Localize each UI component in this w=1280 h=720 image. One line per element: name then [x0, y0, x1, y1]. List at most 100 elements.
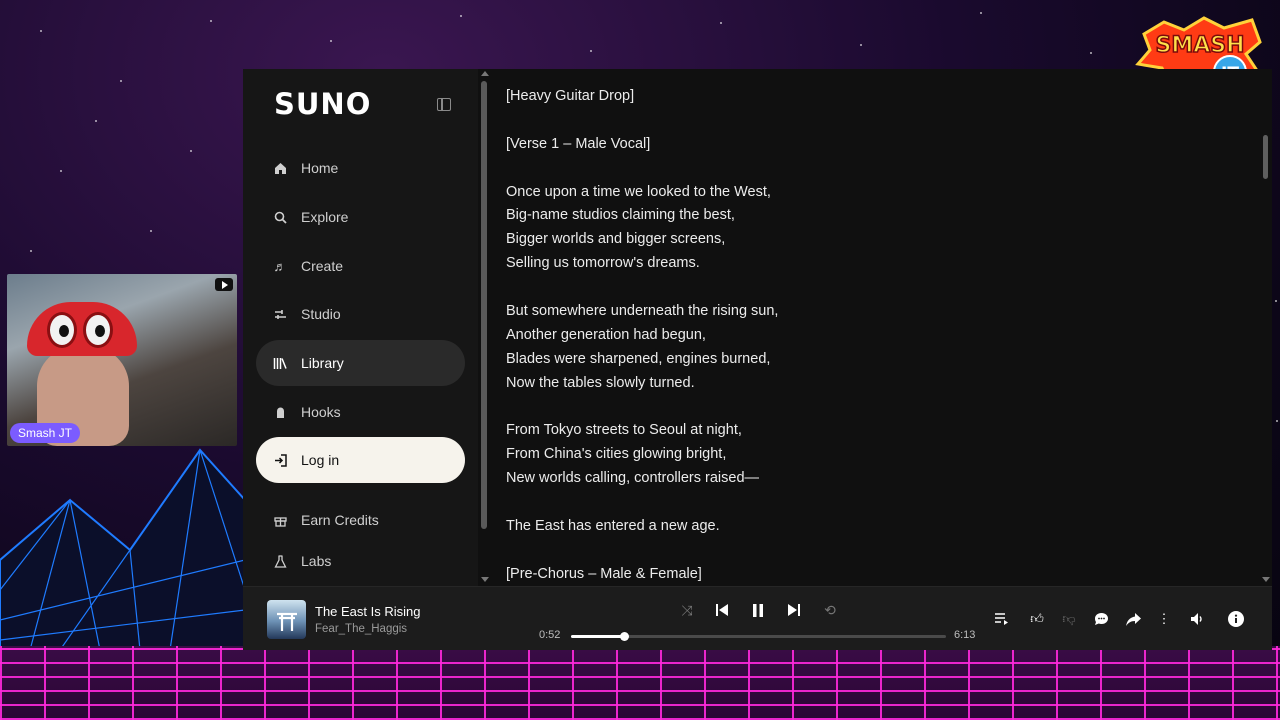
- torii-gate-icon: [277, 612, 297, 631]
- like-button[interactable]: 👍︎: [1027, 609, 1047, 629]
- scrollbar-thumb[interactable]: [1263, 135, 1268, 179]
- sidebar-collapse-icon[interactable]: [437, 98, 451, 111]
- repeat-button[interactable]: ⟲: [819, 599, 841, 621]
- sidebar-item-hooks[interactable]: Hooks: [256, 389, 465, 435]
- sidebar-item-label: Home: [301, 160, 339, 176]
- lyric-blank-line: [506, 276, 1226, 300]
- lyric-line: The East has entered a new age.: [506, 518, 720, 535]
- retro-grid-floor: [0, 646, 1280, 720]
- lyric-line: [Verse 1 – Male Vocal]: [506, 135, 651, 152]
- queue-icon: [995, 613, 1008, 625]
- player-bar: The East Is Rising Fear_The_Haggis ⤨ ⟲ 0…: [243, 586, 1272, 650]
- next-button[interactable]: [783, 599, 805, 621]
- pause-icon: [753, 603, 763, 617]
- comment-button[interactable]: [1091, 609, 1111, 629]
- dislike-button[interactable]: 👎︎: [1059, 609, 1079, 629]
- login-button[interactable]: Log in: [256, 437, 465, 483]
- thumbs-down-icon: 👎︎: [1062, 611, 1076, 626]
- suno-logo[interactable]: SUNO: [274, 87, 371, 121]
- sidebar-item-studio[interactable]: Studio: [256, 291, 465, 337]
- repeat-icon: ⟲: [824, 601, 836, 618]
- flask-icon: [273, 554, 287, 568]
- sidebar-item-explore[interactable]: Explore: [256, 194, 465, 240]
- duration-time: 6:13: [954, 629, 976, 641]
- youtube-icon: [215, 278, 233, 291]
- search-icon: [273, 210, 287, 224]
- lyric-blank-line: [506, 157, 1226, 181]
- queue-button[interactable]: [992, 609, 1012, 629]
- sidebar-item-home[interactable]: Home: [256, 145, 465, 191]
- suno-app-window: SUNO Home Explore ♬ Create Studio Librar…: [243, 69, 1272, 650]
- shuffle-icon: ⤨: [681, 601, 693, 618]
- track-artist[interactable]: Fear_The_Haggis: [315, 623, 407, 635]
- progress-slider[interactable]: [571, 632, 946, 641]
- lyric-blank-line: [506, 396, 1226, 420]
- music-note-icon: ♬: [273, 258, 287, 274]
- scroll-down-icon[interactable]: [1262, 577, 1270, 582]
- sidebar-scrollbar[interactable]: [479, 69, 489, 586]
- shuffle-button[interactable]: ⤨: [676, 599, 698, 621]
- lyric-line: [Heavy Guitar Drop]: [506, 88, 635, 104]
- lyric-blank-line: [506, 491, 1226, 515]
- sidebar-item-label: Library: [301, 355, 344, 371]
- sidebar: SUNO Home Explore ♬ Create Studio Librar…: [243, 69, 478, 586]
- lyric-blank-line: [506, 109, 1226, 133]
- scroll-up-icon[interactable]: [481, 71, 489, 76]
- home-icon: [273, 161, 287, 175]
- login-label: Log in: [301, 452, 340, 468]
- sidebar-item-label: Studio: [301, 306, 341, 322]
- sidebar-item-create[interactable]: ♬ Create: [256, 243, 465, 289]
- sidebar-item-label: Explore: [301, 209, 349, 225]
- track-title[interactable]: The East Is Rising: [315, 604, 421, 619]
- share-button[interactable]: [1123, 609, 1143, 629]
- previous-icon: [716, 604, 728, 616]
- more-icon: ⋮: [1157, 611, 1171, 626]
- progress-fill: [571, 635, 624, 638]
- sidebar-item-label: Labs: [301, 553, 332, 569]
- sidebar-item-labs[interactable]: Labs: [256, 538, 465, 584]
- sidebar-item-label: Create: [301, 258, 344, 274]
- lyric-line: From China's cities glowing bright,: [506, 446, 727, 463]
- progress-knob[interactable]: [619, 632, 629, 641]
- lyric-line: New worlds calling, controllers raised—: [506, 470, 760, 487]
- lyric-line: Another generation had begun,: [506, 326, 706, 343]
- main-scrollbar[interactable]: [1261, 69, 1271, 586]
- login-icon: [273, 453, 287, 467]
- elapsed-time: 0:52: [539, 629, 561, 641]
- more-options-button[interactable]: ⋮: [1154, 609, 1174, 629]
- webcam-name-badge: Smash JT: [10, 423, 81, 443]
- thumbs-up-icon: 👍︎: [1030, 611, 1044, 626]
- sidebar-item-earn-credits[interactable]: Earn Credits: [256, 497, 465, 543]
- lyric-line: Big-name studios claiming the best,: [506, 207, 735, 224]
- lyric-line: Once upon a time we looked to the West,: [506, 183, 771, 200]
- lyric-line: Selling us tomorrow's dreams.: [506, 255, 700, 272]
- gift-icon: [273, 513, 287, 527]
- retro-mountain-graphic: [0, 448, 245, 650]
- scroll-down-icon[interactable]: [481, 577, 489, 582]
- webcam-feed: [7, 274, 237, 446]
- sidebar-item-label: Earn Credits: [301, 512, 379, 528]
- next-icon: [788, 604, 800, 616]
- scrollbar-thumb[interactable]: [481, 81, 487, 529]
- lyric-blank-line: [506, 539, 1226, 563]
- lyric-line: [Pre-Chorus – Male & Female]: [506, 565, 702, 582]
- hooks-icon: [273, 405, 287, 419]
- sidebar-item-label: Hooks: [301, 404, 341, 420]
- cappy-hat: [27, 302, 137, 356]
- lyric-line: Bigger worlds and bigger screens,: [506, 231, 726, 248]
- lyric-line: But somewhere underneath the rising sun,: [506, 303, 779, 320]
- pause-button[interactable]: [747, 599, 769, 621]
- lyric-line: From Tokyo streets to Seoul at night,: [506, 422, 742, 439]
- library-icon: [273, 356, 287, 370]
- info-button[interactable]: [1226, 609, 1246, 629]
- sidebar-item-library[interactable]: Library: [256, 340, 465, 386]
- volume-button[interactable]: [1188, 609, 1208, 629]
- lyrics-panel: [Heavy Guitar Drop] [Verse 1 – Male Vocal…: [506, 85, 1226, 585]
- track-cover-art[interactable]: [267, 600, 306, 639]
- svg-text:SMASH: SMASH: [1155, 33, 1244, 58]
- previous-button[interactable]: [711, 599, 733, 621]
- lyric-line: Now the tables slowly turned.: [506, 374, 695, 391]
- info-icon: [1228, 611, 1244, 627]
- comment-icon: [1094, 613, 1108, 625]
- lyric-line: Blades were sharpened, engines burned,: [506, 350, 771, 367]
